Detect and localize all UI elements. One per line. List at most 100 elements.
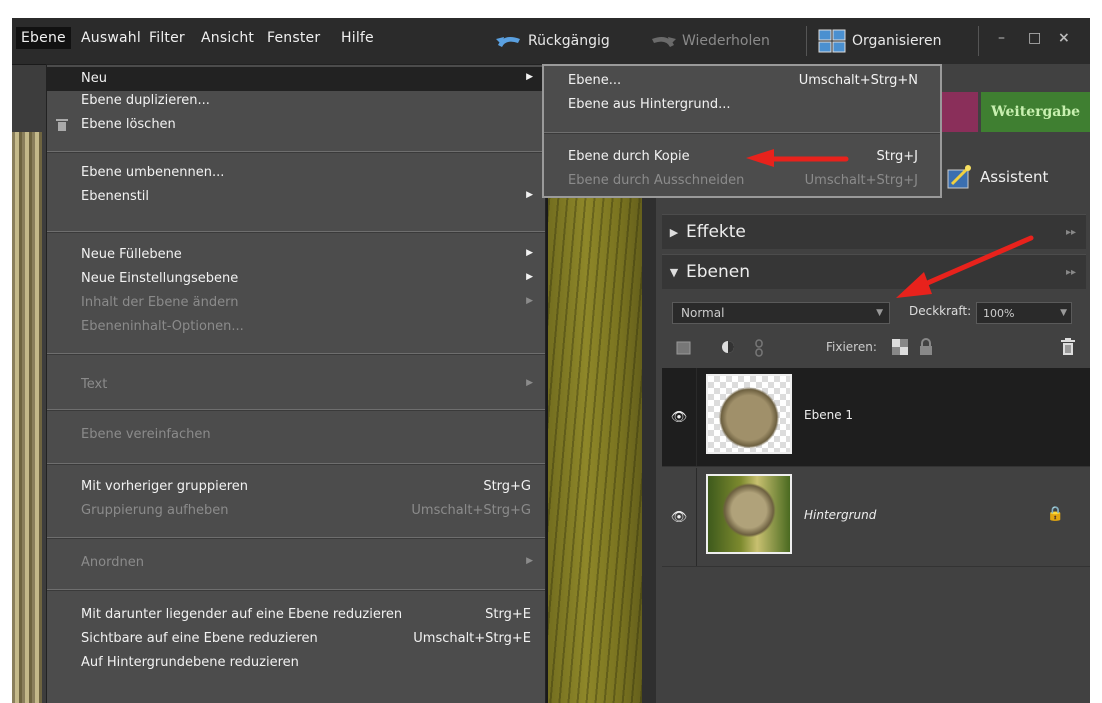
menu-hilfe[interactable]: Hilfe bbox=[341, 30, 374, 46]
tab-share[interactable]: Weitergabe bbox=[981, 92, 1090, 132]
menu-item-layer-style[interactable]: Ebenenstil ▶ bbox=[47, 185, 545, 209]
redo-button[interactable]: Wiederholen bbox=[648, 28, 770, 54]
effects-title: Effekte bbox=[686, 222, 746, 242]
lock-all-icon[interactable] bbox=[918, 338, 934, 356]
layer-thumbnail bbox=[706, 374, 792, 454]
menu-item-merge-visible[interactable]: Sichtbare auf eine Ebene reduzieren Umsch… bbox=[47, 627, 545, 651]
undo-button[interactable]: Rückgängig bbox=[494, 28, 610, 54]
submenu-arrow-icon: ▶ bbox=[526, 72, 533, 82]
redo-icon bbox=[652, 37, 676, 47]
visibility-eye-icon[interactable]: 👁 bbox=[662, 368, 697, 466]
menu-item-merge-down[interactable]: Mit darunter liegender auf eine Ebene re… bbox=[47, 603, 545, 627]
layer-name: Hintergrund bbox=[804, 508, 877, 522]
menu-item-layer-content-options: Ebeneninhalt-Optionen... bbox=[81, 319, 244, 334]
shortcut-label: Umschalt+Strg+N bbox=[798, 73, 918, 88]
menu-separator bbox=[47, 151, 545, 153]
chevron-down-icon: ▼ bbox=[1060, 308, 1067, 318]
layer-name: Ebene 1 bbox=[804, 408, 854, 422]
menu-item-text: Text ▶ bbox=[81, 377, 533, 392]
toolbar-separator bbox=[806, 26, 807, 56]
menu-item-delete-layer[interactable]: Ebene löschen bbox=[47, 113, 545, 137]
minimize-button[interactable]: – bbox=[998, 30, 1005, 46]
menu-item-change-layer-content: Inhalt der Ebene ändern ▶ bbox=[81, 295, 533, 310]
visibility-eye-icon[interactable]: 👁 bbox=[662, 468, 697, 566]
menu-item-group-with-previous[interactable]: Mit vorheriger gruppieren Strg+G bbox=[47, 475, 545, 499]
menu-item-simplify-layer: Ebene vereinfachen bbox=[81, 427, 211, 442]
layer-row[interactable]: 👁 Ebene 1 bbox=[662, 368, 1090, 467]
menu-ebene[interactable]: Ebene bbox=[16, 27, 71, 49]
maximize-button[interactable]: □ bbox=[1028, 30, 1041, 46]
canvas-photo-left bbox=[12, 132, 42, 703]
submenu-arrow-icon: ▶ bbox=[526, 248, 533, 258]
chevron-down-icon: ▼ bbox=[876, 308, 883, 318]
trash-icon bbox=[56, 119, 68, 131]
submenu-arrow-icon: ▶ bbox=[526, 190, 533, 200]
submenu-item-layer-via-cut: Ebene durch Ausschneiden Umschalt+Strg+J bbox=[568, 173, 918, 188]
blend-mode-select[interactable]: Normal ▼ bbox=[672, 302, 890, 324]
menu-item-ungroup: Gruppierung aufheben Umschalt+Strg+G bbox=[81, 503, 531, 518]
layer-menu-dropdown: Neu ▶ Ebene duplizieren... Ebene löschen … bbox=[46, 64, 546, 703]
photoshop-elements-window: Ebene Auswahl Filter Ansicht Fenster Hil… bbox=[12, 18, 1090, 703]
menu-separator bbox=[544, 132, 940, 134]
submenu-item-new-layer[interactable]: Ebene... Umschalt+Strg+N bbox=[544, 70, 940, 92]
menu-separator bbox=[47, 589, 545, 591]
menu-separator bbox=[47, 463, 545, 465]
undo-label: Rückgängig bbox=[528, 33, 610, 49]
menu-item-duplicate-layer[interactable]: Ebene duplizieren... bbox=[47, 89, 545, 113]
lock-icon: 🔒 bbox=[1046, 506, 1064, 522]
menu-item-neu[interactable]: Neu ▶ bbox=[47, 67, 545, 91]
menu-item-arrange: Anordnen ▶ bbox=[81, 555, 533, 570]
opacity-value: 100% bbox=[983, 306, 1015, 320]
panel-menu-icon[interactable]: ▸▸ bbox=[1066, 227, 1076, 238]
shortcut-label: Strg+G bbox=[483, 479, 531, 494]
organize-icon bbox=[818, 29, 846, 53]
organize-button[interactable]: Organisieren bbox=[818, 28, 942, 54]
lock-transparency-icon[interactable] bbox=[892, 339, 908, 355]
shortcut-label: Umschalt+Strg+E bbox=[413, 631, 531, 646]
menu-separator bbox=[47, 537, 545, 539]
expand-triangle-icon: ▶ bbox=[669, 225, 679, 239]
menu-separator bbox=[47, 353, 545, 355]
shortcut-label: Strg+E bbox=[485, 607, 531, 622]
trash-icon[interactable] bbox=[1060, 337, 1076, 357]
shortcut-label: Strg+J bbox=[876, 149, 918, 164]
menu-item-new-adjustment-layer[interactable]: Neue Einstellungsebene ▶ bbox=[47, 267, 545, 291]
organize-label: Organisieren bbox=[852, 33, 942, 49]
opacity-label: Deckkraft: bbox=[909, 304, 972, 318]
layer-thumbnail bbox=[706, 474, 792, 554]
menu-separator bbox=[47, 409, 545, 411]
assistant-label: Assistent bbox=[980, 168, 1049, 186]
lock-label: Fixieren: bbox=[826, 340, 877, 354]
layers-toolbar: Fixieren: bbox=[676, 336, 1080, 360]
tab-create[interactable] bbox=[942, 92, 978, 132]
wizard-wand-icon bbox=[947, 165, 971, 189]
submenu-arrow-icon: ▶ bbox=[526, 296, 533, 306]
undo-icon bbox=[496, 37, 520, 47]
collapse-triangle-icon: ▼ bbox=[669, 265, 679, 279]
menu-item-flatten-image[interactable]: Auf Hintergrundebene reduzieren bbox=[47, 651, 545, 675]
redo-label: Wiederholen bbox=[682, 33, 770, 49]
menu-item-rename-layer[interactable]: Ebene umbenennen... bbox=[47, 161, 545, 185]
layer-row[interactable]: 👁 Hintergrund 🔒 bbox=[662, 468, 1090, 567]
adjustment-layer-icon[interactable] bbox=[720, 338, 738, 356]
toolbar-separator bbox=[978, 26, 979, 56]
menu-ansicht[interactable]: Ansicht bbox=[201, 30, 254, 46]
new-submenu-dropdown: Ebene... Umschalt+Strg+N Ebene aus Hinter… bbox=[542, 64, 942, 198]
assistant-button[interactable]: Assistent bbox=[946, 164, 1048, 190]
red-arrow-annotation-icon bbox=[746, 149, 849, 167]
shortcut-label: Umschalt+Strg+G bbox=[411, 503, 531, 518]
menu-auswahl[interactable]: Auswahl bbox=[81, 30, 141, 46]
panel-menu-icon[interactable]: ▸▸ bbox=[1066, 267, 1076, 278]
opacity-field[interactable]: 100% ▼ bbox=[976, 302, 1072, 324]
menubar: Ebene Auswahl Filter Ansicht Fenster Hil… bbox=[12, 18, 1090, 65]
layers-title: Ebenen bbox=[686, 262, 750, 282]
close-button[interactable]: × bbox=[1058, 30, 1070, 46]
shortcut-label: Umschalt+Strg+J bbox=[804, 173, 918, 188]
link-icon[interactable] bbox=[754, 339, 764, 357]
submenu-item-layer-from-background[interactable]: Ebene aus Hintergrund... bbox=[544, 94, 940, 116]
menu-filter[interactable]: Filter bbox=[149, 30, 185, 46]
menu-item-new-fill-layer[interactable]: Neue Füllebene ▶ bbox=[47, 243, 545, 267]
submenu-arrow-icon: ▶ bbox=[526, 556, 533, 566]
menu-fenster[interactable]: Fenster bbox=[267, 30, 320, 46]
new-layer-icon[interactable] bbox=[676, 340, 692, 356]
